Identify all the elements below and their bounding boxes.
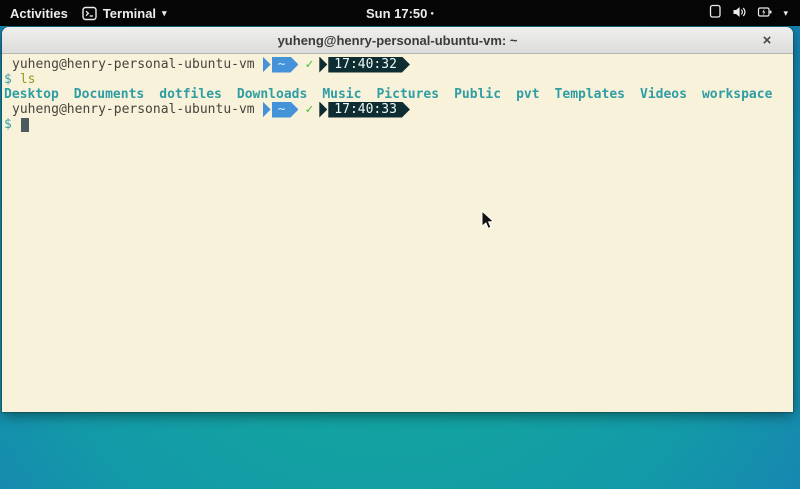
terminal-icon bbox=[82, 6, 97, 21]
command-line: $ ls bbox=[4, 72, 791, 87]
app-menu-terminal[interactable]: Terminal ▾ bbox=[82, 6, 167, 21]
prompt-path-segment: ~ bbox=[272, 102, 299, 118]
directory-name: Pictures bbox=[376, 87, 439, 102]
notification-dot-icon: ● bbox=[430, 11, 434, 17]
prompt-path-segment: ~ bbox=[272, 57, 299, 73]
powerline-arrow-icon bbox=[319, 102, 327, 118]
directory-name: Desktop bbox=[4, 87, 59, 102]
directory-name: Music bbox=[322, 87, 361, 102]
powerline-arrow-icon bbox=[319, 57, 327, 73]
terminal-window: yuheng@henry-personal-ubuntu-vm: ~ × yuh… bbox=[2, 27, 793, 412]
volume-icon bbox=[732, 5, 747, 22]
prompt-time-segment: 17:40:32 bbox=[328, 57, 410, 73]
typed-command: ls bbox=[20, 72, 36, 87]
shell-prompt-symbol: $ bbox=[4, 117, 12, 132]
window-titlebar[interactable]: yuheng@henry-personal-ubuntu-vm: ~ × bbox=[2, 27, 793, 54]
window-title: yuheng@henry-personal-ubuntu-vm: ~ bbox=[278, 33, 518, 48]
clock-menu[interactable]: Sun 17:50 ● bbox=[366, 6, 434, 21]
top-bar: Sun 17:50 ● Activities Terminal ▾ bbox=[0, 0, 800, 26]
shell-prompt-symbol: $ bbox=[4, 72, 12, 87]
powerline-arrow-icon bbox=[263, 57, 271, 73]
directory-name: Videos bbox=[640, 87, 687, 102]
display-icon bbox=[708, 4, 722, 22]
app-menu-label: Terminal bbox=[103, 6, 156, 21]
directory-name: dotfiles bbox=[159, 87, 222, 102]
status-check-icon: ✓ bbox=[305, 102, 313, 117]
activities-button[interactable]: Activities bbox=[10, 6, 68, 21]
terminal-content[interactable]: yuheng@henry-personal-ubuntu-vm ~ ✓ 17:4… bbox=[2, 54, 793, 412]
text-cursor bbox=[21, 118, 29, 132]
prompt-line-2: yuheng@henry-personal-ubuntu-vm ~ ✓ 17:4… bbox=[4, 102, 791, 117]
prompt-user: yuheng@henry-personal-ubuntu-vm bbox=[12, 57, 255, 72]
prompt-user: yuheng@henry-personal-ubuntu-vm bbox=[12, 102, 255, 117]
directory-name: pvt bbox=[516, 87, 539, 102]
prompt-time-segment: 17:40:33 bbox=[328, 102, 410, 118]
ls-output-line: Desktop Documents dotfiles Downloads Mus… bbox=[4, 87, 791, 102]
mouse-pointer-icon bbox=[481, 210, 495, 235]
chevron-down-icon: ▾ bbox=[783, 8, 788, 19]
prompt-line-1: yuheng@henry-personal-ubuntu-vm ~ ✓ 17:4… bbox=[4, 57, 791, 72]
directory-name: workspace bbox=[702, 87, 772, 102]
clock-label: Sun 17:50 bbox=[366, 6, 427, 21]
system-status-area[interactable]: ▾ bbox=[708, 4, 800, 22]
powerline-arrow-icon bbox=[263, 102, 271, 118]
input-line[interactable]: $ bbox=[4, 117, 791, 132]
status-check-icon: ✓ bbox=[305, 57, 313, 72]
battery-charging-icon bbox=[757, 5, 773, 22]
directory-name: Templates bbox=[555, 87, 625, 102]
desktop: Sun 17:50 ● Activities Terminal ▾ bbox=[0, 0, 800, 489]
directory-name: Public bbox=[454, 87, 501, 102]
close-button[interactable]: × bbox=[755, 27, 779, 54]
directory-name: Documents bbox=[74, 87, 144, 102]
directory-name: Downloads bbox=[237, 87, 307, 102]
chevron-down-icon: ▾ bbox=[162, 8, 167, 19]
